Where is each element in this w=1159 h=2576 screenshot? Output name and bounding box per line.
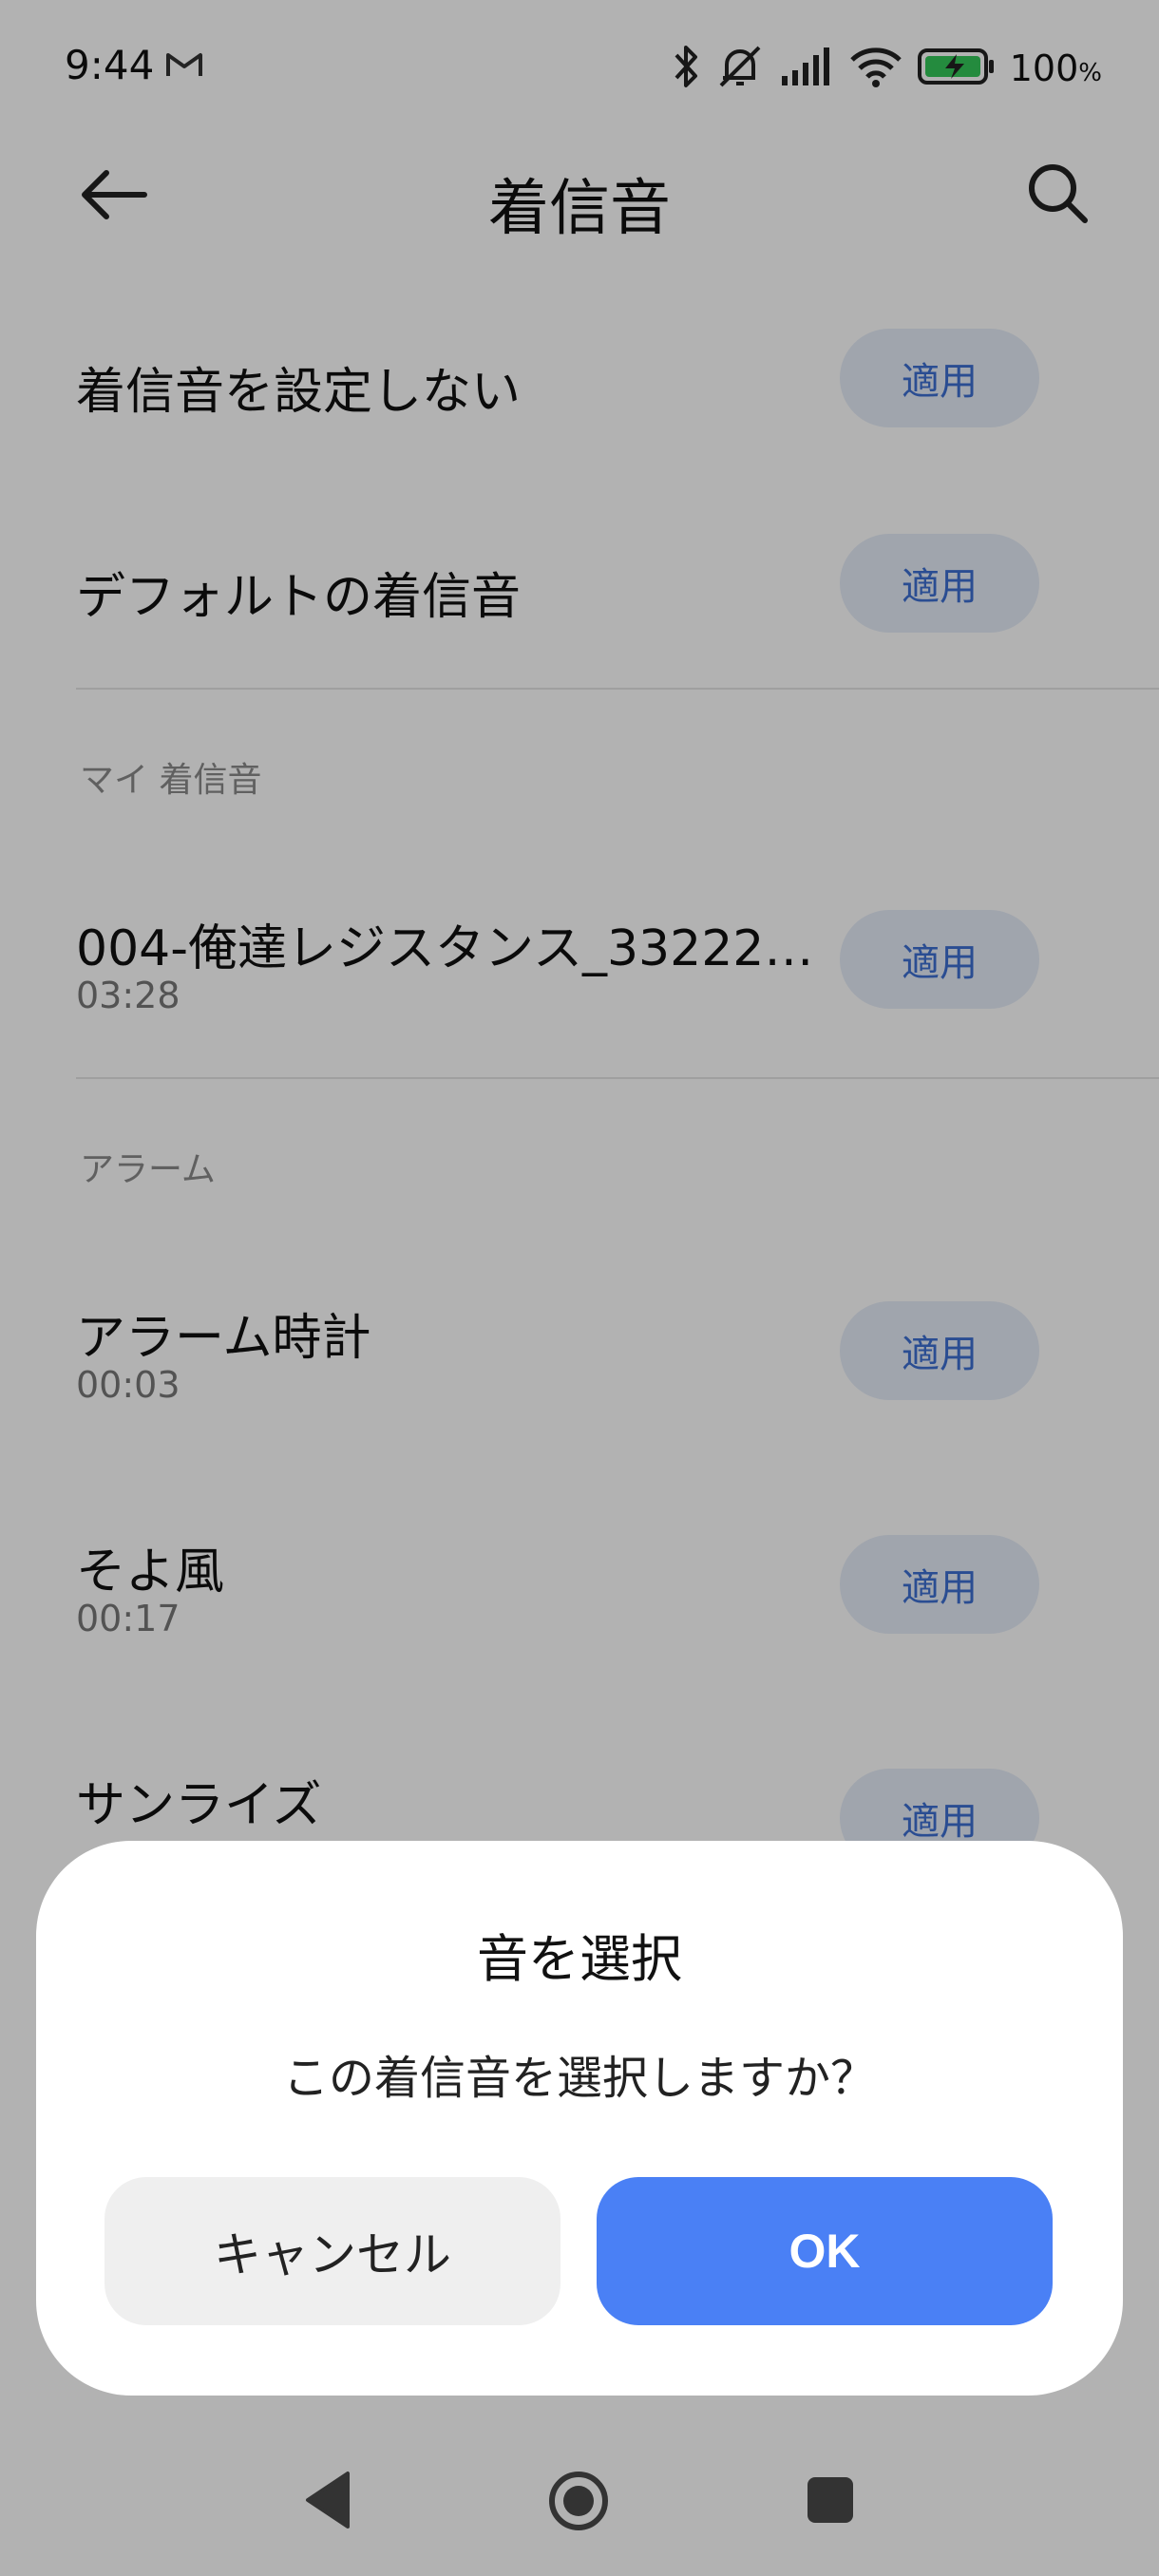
cancel-button[interactable]: キャンセル — [104, 2177, 560, 2325]
nav-back-icon[interactable] — [302, 2470, 355, 2534]
confirm-dialog: 音を選択 この着信音を選択しますか？ キャンセル OK — [36, 1841, 1123, 2396]
system-nav-bar — [0, 2432, 1159, 2576]
dialog-message: この着信音を選択しますか？ — [282, 2052, 876, 2105]
ringtone-screen: 9:44 100% 着信音 着信音を設定しない 適用 デフォルトの着信音 適用 … — [0, 0, 1159, 2576]
ok-button[interactable]: OK — [597, 2177, 1053, 2325]
dialog-title: 音を選択 — [477, 1929, 682, 1989]
nav-home-icon[interactable] — [547, 2470, 610, 2536]
nav-recents-icon[interactable] — [806, 2475, 855, 2529]
